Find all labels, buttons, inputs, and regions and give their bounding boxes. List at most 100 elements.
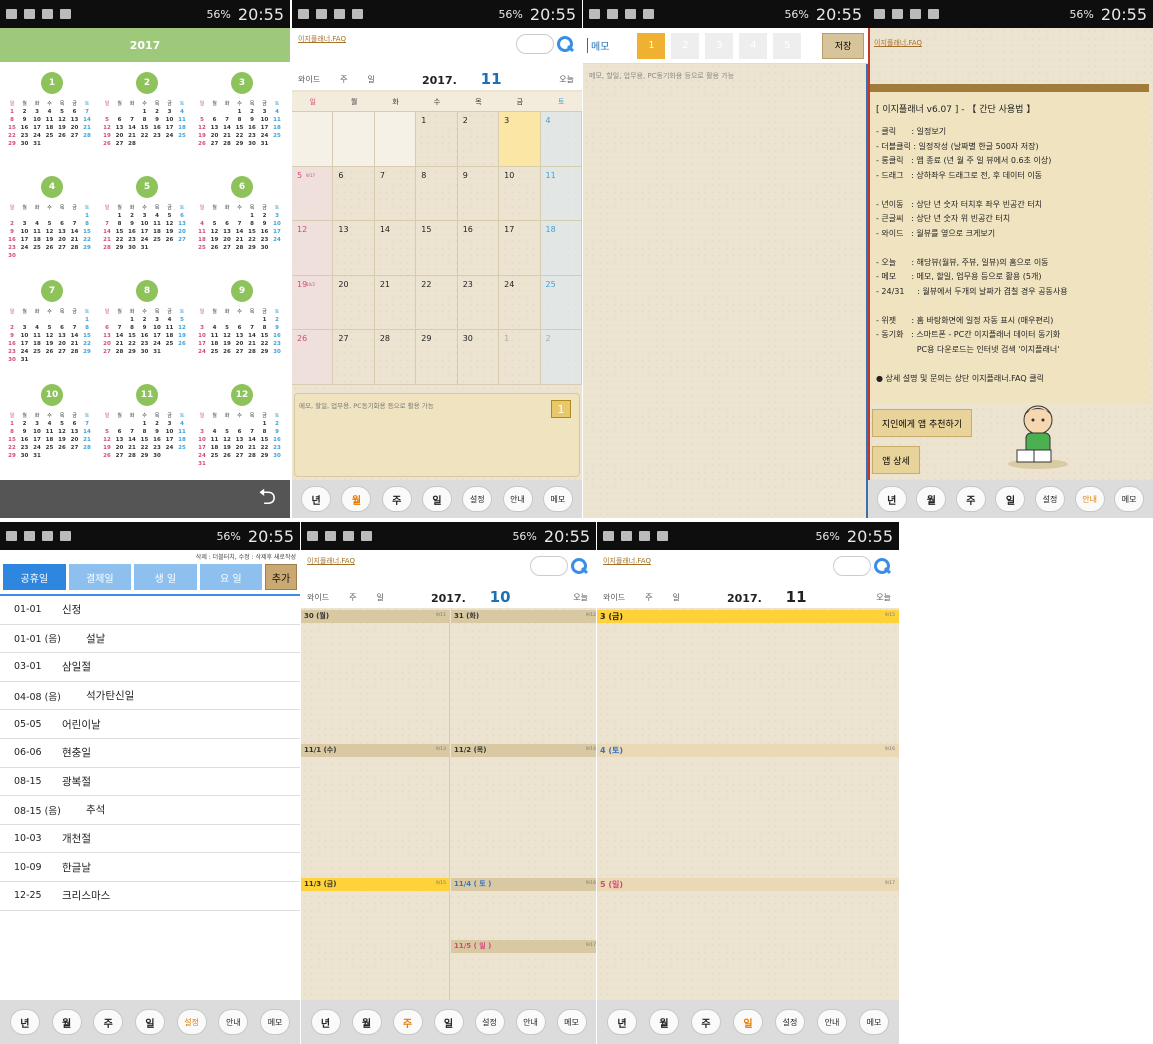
memo-textarea[interactable]: 메모, 할일, 업무용, PC동기화용 등으로 활용 가능 — [583, 64, 868, 518]
day-number[interactable]: 11 — [164, 325, 176, 331]
day-number[interactable]: 17 — [139, 229, 151, 235]
day-cell[interactable]: 11 — [540, 166, 582, 220]
day-cell[interactable]: 18 — [540, 221, 582, 275]
day-number[interactable]: 13 — [114, 125, 126, 131]
day-cell[interactable]: 28 — [375, 330, 417, 384]
day-cell[interactable]: 1 — [416, 112, 458, 166]
day-cell[interactable]: 8 — [416, 166, 458, 220]
day-number[interactable]: 14 — [126, 125, 138, 131]
nav-week[interactable]: 주 — [340, 74, 347, 85]
day-number[interactable]: 15 — [114, 229, 126, 235]
day-number[interactable]: 10 — [31, 117, 43, 123]
day-number[interactable]: 14 — [126, 437, 138, 443]
year-button[interactable]: 년 — [310, 1009, 341, 1035]
day-number[interactable]: 25 — [31, 245, 43, 251]
day-number[interactable]: 17 — [196, 445, 208, 451]
day-number[interactable]: 29 — [139, 453, 151, 459]
day-number[interactable]: 19 — [221, 341, 233, 347]
day-number[interactable]: 21 — [126, 445, 138, 451]
day-number[interactable]: 13 — [69, 429, 81, 435]
day-number[interactable]: 4 — [176, 421, 188, 427]
day-number[interactable]: 22 — [139, 133, 151, 139]
day-number[interactable]: 15 — [126, 333, 138, 339]
week-day-cell[interactable]: 11/1 (수) 9/13 — [301, 744, 450, 878]
day-number[interactable]: 10 — [164, 429, 176, 435]
day-number[interactable]: 30 — [6, 357, 18, 363]
day-number[interactable]: 28 — [81, 445, 93, 451]
day-number[interactable]: 6 — [209, 117, 221, 123]
today-button[interactable]: 오늘 — [573, 592, 588, 603]
day-number[interactable]: 30 — [151, 453, 163, 459]
day-number[interactable]: 2 — [246, 109, 258, 115]
day-number[interactable]: 31 — [19, 357, 31, 363]
memo-button[interactable]: 메모 — [260, 1009, 291, 1035]
day-number[interactable]: 18 — [164, 333, 176, 339]
day-number[interactable]: 18 — [31, 237, 43, 243]
day-number[interactable]: 18 — [176, 125, 188, 131]
day-number[interactable]: 17 — [259, 125, 271, 131]
day-number[interactable]: 9 — [6, 333, 18, 339]
day-number[interactable]: 12 — [101, 125, 113, 131]
week-button[interactable]: 주 — [691, 1009, 721, 1035]
year-title-bar[interactable]: 2017 — [0, 28, 290, 62]
day-number[interactable]: 19 — [44, 341, 56, 347]
day-number[interactable]: 9 — [271, 325, 283, 331]
day-number[interactable]: 15 — [6, 125, 18, 131]
day-number[interactable]: 26 — [44, 349, 56, 355]
day-number[interactable]: 19 — [209, 237, 221, 243]
day-number[interactable]: 11 — [44, 117, 56, 123]
month-title[interactable]: 2017. 11 — [422, 70, 502, 88]
day-number[interactable]: 16 — [126, 229, 138, 235]
day-number[interactable]: 19 — [101, 133, 113, 139]
week-day-cell[interactable]: 11/2 (목) 9/14 — [451, 744, 596, 878]
day-number[interactable]: 9 — [139, 325, 151, 331]
day-number[interactable]: 28 — [69, 349, 81, 355]
memo-tab-1[interactable]: 1 — [637, 32, 666, 59]
day-number[interactable]: 7 — [101, 221, 113, 227]
day-number[interactable]: 15 — [81, 229, 93, 235]
day-number[interactable]: 27 — [114, 141, 126, 147]
day-number[interactable]: 3 — [271, 213, 283, 219]
day-number[interactable]: 24 — [196, 453, 208, 459]
day-number[interactable]: 29 — [246, 245, 258, 251]
day-number[interactable]: 26 — [176, 341, 188, 347]
nav-day[interactable]: 일 — [376, 592, 383, 603]
day-number[interactable]: 21 — [101, 237, 113, 243]
day-number[interactable]: 4 — [31, 325, 43, 331]
day-cell[interactable]: 5 9/17 — [292, 166, 334, 220]
day-number[interactable]: 21 — [126, 133, 138, 139]
day-cell[interactable]: 14 — [375, 221, 417, 275]
day-number[interactable]: 3 — [196, 325, 208, 331]
day-cell[interactable]: 26 — [292, 330, 334, 384]
day-number[interactable]: 22 — [126, 341, 138, 347]
nav-wide[interactable]: 와이드 — [298, 74, 320, 85]
day-number[interactable]: 5 — [101, 429, 113, 435]
day-number[interactable]: 31 — [31, 453, 43, 459]
day-number[interactable]: 3 — [151, 317, 163, 323]
day-number[interactable]: 12 — [44, 229, 56, 235]
year-button[interactable]: 년 — [301, 486, 332, 512]
day-number[interactable]: 7 — [81, 421, 93, 427]
day-number[interactable]: 17 — [164, 437, 176, 443]
holiday-row[interactable]: 03-01 삼일절 — [0, 653, 300, 682]
day-number[interactable]: 16 — [19, 125, 31, 131]
day-cell[interactable]: 23 — [458, 275, 500, 329]
day-number[interactable]: 16 — [271, 437, 283, 443]
day-number[interactable]: 22 — [246, 237, 258, 243]
holiday-row[interactable]: 01-01 (음) 설날 — [0, 625, 300, 654]
day-number[interactable]: 31 — [31, 141, 43, 147]
month-button[interactable]: 월 — [341, 486, 372, 512]
year-button[interactable]: 년 — [876, 486, 907, 512]
day-number[interactable]: 13 — [234, 333, 246, 339]
day-row[interactable]: 3 (금) 9/15 — [597, 610, 899, 744]
day-number[interactable]: 28 — [126, 141, 138, 147]
day-number[interactable]: 3 — [164, 421, 176, 427]
day-number[interactable]: 2 — [6, 325, 18, 331]
faq-link[interactable]: 이지플래너.FAQ — [298, 34, 346, 44]
day-number[interactable]: 10 — [139, 221, 151, 227]
day-number[interactable]: 14 — [81, 429, 93, 435]
day-number[interactable]: 13 — [101, 333, 113, 339]
day-number[interactable]: 1 — [6, 421, 18, 427]
holiday-row[interactable]: 04-08 (음) 석가탄신일 — [0, 682, 300, 711]
day-number[interactable]: 1 — [234, 109, 246, 115]
